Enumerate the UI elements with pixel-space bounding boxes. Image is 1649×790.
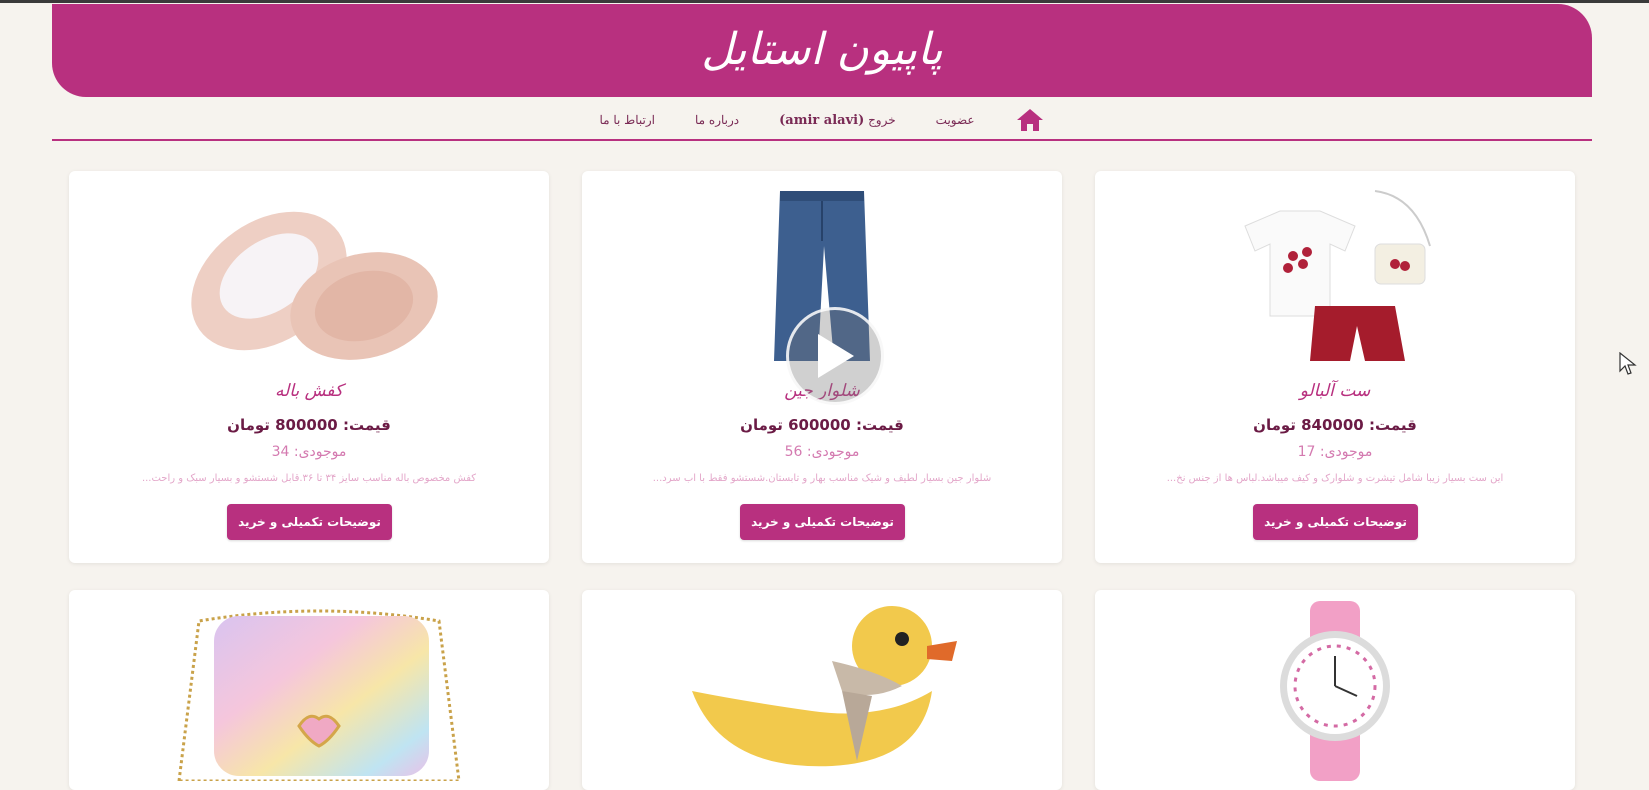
product-card: کفش باله قیمت: 800000 تومان موجودی: 34 ک… xyxy=(69,171,549,563)
product-description: این ست بسیار زیبا شامل تیشرت و شلوارک و … xyxy=(1166,473,1504,484)
details-buy-button[interactable]: توضیحات تکمیلی و خرید xyxy=(1253,504,1418,540)
product-description: کفش مخصوص باله مناسب سایز ۳۴ تا ۳۶.قابل … xyxy=(141,473,477,484)
nav-about-link[interactable]: درباره ما xyxy=(695,113,739,127)
product-price: قیمت: 800000 تومان xyxy=(227,416,391,434)
window-top-border xyxy=(0,0,1649,3)
product-card xyxy=(582,590,1062,790)
cherry-outfit-image[interactable] xyxy=(1095,181,1575,371)
nav-logout-link[interactable]: خروج (amir alavi) xyxy=(779,113,896,128)
pink-watch-image[interactable] xyxy=(1095,598,1575,783)
glitter-handbag-image[interactable] xyxy=(69,598,549,783)
details-buy-button[interactable]: توضیحات تکمیلی و خرید xyxy=(227,504,392,540)
product-card: ست آلبالو قیمت: 840000 تومان موجودی: 17 … xyxy=(1095,171,1575,563)
mouse-cursor-icon xyxy=(1619,352,1637,375)
details-buy-button[interactable]: توضیحات تکمیلی و خرید xyxy=(740,504,905,540)
product-title[interactable]: ست آلبالو xyxy=(1095,381,1575,401)
product-price: قیمت: 600000 تومان xyxy=(740,416,904,434)
nav-signup-link[interactable]: عضویت xyxy=(936,113,975,127)
product-stock: موجودی: 17 xyxy=(1297,444,1373,460)
product-title[interactable]: کفش باله xyxy=(69,381,549,401)
video-play-button[interactable] xyxy=(786,307,884,405)
ballet-shoes-image[interactable] xyxy=(69,181,549,371)
product-card xyxy=(1095,590,1575,790)
nav-contact-link[interactable]: ارتباط با ما xyxy=(599,113,655,127)
nav-logout-label: خروج xyxy=(868,112,896,127)
crochet-duck-bag-image[interactable] xyxy=(582,598,1062,783)
product-price: قیمت: 840000 تومان xyxy=(1253,416,1417,434)
product-stock: موجودی: 34 xyxy=(271,444,347,460)
product-stock: موجودی: 56 xyxy=(784,444,860,460)
home-icon[interactable] xyxy=(1015,107,1045,133)
product-card xyxy=(69,590,549,790)
main-nav: عضویت خروج (amir alavi) درباره ما ارتباط… xyxy=(52,100,1592,140)
nav-divider xyxy=(52,139,1592,141)
nav-username: (amir alavi) xyxy=(779,112,865,128)
play-icon xyxy=(818,334,854,378)
product-description: شلوار جین بسیار لطیف و شیک مناسب بهار و … xyxy=(652,473,992,484)
site-header: پاپیون استایل xyxy=(52,4,1592,97)
site-logo[interactable]: پاپیون استایل xyxy=(52,24,1592,75)
